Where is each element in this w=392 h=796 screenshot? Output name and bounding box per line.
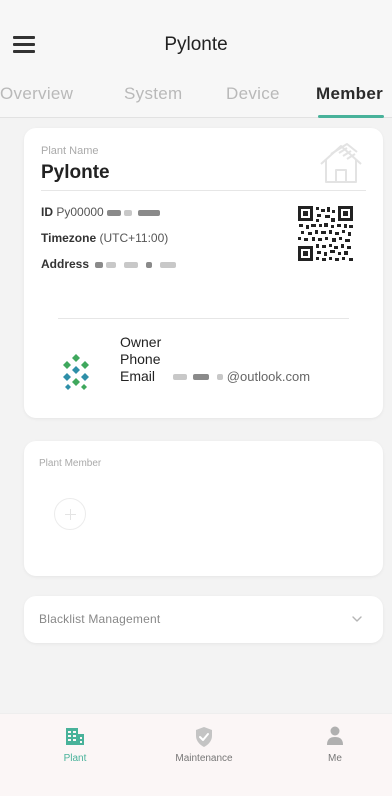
redacted-text bbox=[106, 261, 117, 268]
app-header: Pylonte bbox=[0, 0, 392, 70]
plant-building-icon bbox=[66, 728, 84, 745]
redacted-text bbox=[95, 261, 104, 268]
redacted-text bbox=[160, 261, 177, 268]
shield-check-icon bbox=[196, 727, 212, 747]
plant-name-divider bbox=[41, 190, 366, 191]
redacted-text bbox=[172, 374, 187, 381]
nav-maintenance-label: Maintenance bbox=[175, 753, 233, 764]
plant-id-row: ID Py00000 bbox=[41, 205, 160, 219]
blacklist-management-row[interactable]: Blacklist Management bbox=[24, 596, 383, 643]
redacted-text bbox=[123, 209, 132, 216]
owner-divider bbox=[58, 318, 349, 319]
plant-timezone-value: (UTC+11:00) bbox=[99, 231, 169, 245]
plant-timezone-row: Timezone (UTC+11:00) bbox=[41, 231, 168, 245]
redacted-text bbox=[216, 374, 223, 381]
tab-system[interactable]: System bbox=[124, 84, 182, 104]
phone-label: Phone bbox=[120, 351, 161, 367]
plant-member-card: Plant Member bbox=[24, 441, 383, 576]
tab-member[interactable]: Member bbox=[316, 84, 383, 104]
plant-id-label: ID bbox=[41, 205, 53, 219]
app-title: Pylonte bbox=[164, 34, 228, 55]
email-value: @outlook.com bbox=[226, 369, 311, 384]
chevron-down-icon bbox=[352, 616, 362, 622]
nav-plant-label: Plant bbox=[63, 753, 87, 764]
redacted-text bbox=[124, 261, 139, 268]
owner-label: Owner bbox=[120, 334, 162, 350]
plant-address-label: Address bbox=[41, 257, 90, 271]
owner-contact-block: Owner Phone Email @outlook.com bbox=[120, 334, 310, 385]
redacted-text bbox=[106, 209, 121, 216]
nav-plant[interactable]: Plant bbox=[10, 714, 140, 774]
nav-maintenance[interactable]: Maintenance bbox=[139, 714, 269, 774]
plant-id-value: Py00000 bbox=[56, 205, 104, 219]
plant-info-card: Plant Name Pylonte ID Py00000 Timezone (… bbox=[24, 128, 383, 418]
tab-overview[interactable]: Overview bbox=[0, 84, 73, 104]
nav-me[interactable]: Me bbox=[270, 714, 392, 774]
plant-name-label: Plant Name bbox=[41, 145, 99, 157]
redacted-text bbox=[192, 374, 209, 381]
tab-device[interactable]: Device bbox=[226, 84, 280, 104]
blacklist-management-label: Blacklist Management bbox=[39, 612, 161, 626]
email-row: Email @outlook.com bbox=[120, 368, 310, 385]
add-circle-icon[interactable] bbox=[54, 498, 86, 530]
qr-code-icon[interactable] bbox=[298, 206, 353, 261]
plant-timezone-label: Timezone bbox=[41, 231, 97, 245]
plant-address-row: Address bbox=[41, 257, 177, 271]
redacted-text bbox=[137, 209, 160, 216]
pylontech-logo-icon bbox=[63, 354, 89, 390]
plant-member-label: Plant Member bbox=[39, 458, 102, 469]
house-outline-icon bbox=[320, 143, 362, 183]
active-tab-indicator bbox=[318, 115, 384, 118]
tab-bar: Overview System Device Member bbox=[0, 70, 392, 118]
redacted-text bbox=[146, 261, 153, 268]
nav-me-label: Me bbox=[328, 753, 342, 764]
bottom-navigation: Plant Maintenance Me bbox=[0, 713, 392, 796]
plant-name-value: Pylonte bbox=[41, 162, 110, 183]
person-icon bbox=[327, 726, 343, 745]
email-label: Email bbox=[120, 368, 156, 384]
